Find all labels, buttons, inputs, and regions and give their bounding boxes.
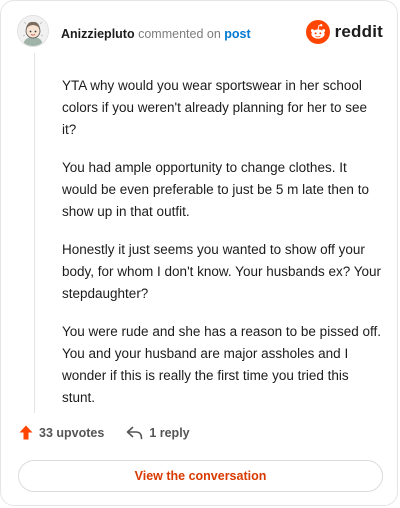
comment-actions: 33 upvotes 1 reply — [19, 425, 212, 440]
avatar-illustration-icon — [18, 16, 48, 46]
upvote-arrow-icon — [19, 425, 33, 440]
view-conversation-button[interactable]: View the conversation — [18, 460, 383, 492]
comment-paragraph: You had ample opportunity to change clot… — [62, 160, 369, 219]
reply-button[interactable]: 1 reply — [126, 425, 190, 440]
comment-body: YTA why would you wear sportswear in her… — [62, 75, 382, 425]
comment-paragraph: You were rude and she has a reason to be… — [62, 324, 381, 405]
thread-line — [34, 53, 35, 413]
comment-header: Anizziepluto commented on post — [61, 26, 251, 42]
comment-paragraph: Honestly it just seems you wanted to sho… — [62, 242, 382, 301]
action-text: commented on — [138, 27, 221, 41]
reply-count: 1 reply — [149, 425, 190, 440]
avatar[interactable] — [17, 15, 49, 47]
upvote-count: 33 upvotes — [39, 425, 105, 440]
post-link[interactable]: post — [224, 27, 250, 41]
username[interactable]: Anizziepluto — [61, 27, 135, 41]
comment-paragraph: YTA why would you wear sportswear in her… — [62, 78, 367, 137]
comment-card: Anizziepluto commented on post reddit YT… — [0, 0, 398, 506]
upvote-button[interactable]: 33 upvotes — [19, 425, 104, 440]
reddit-logo[interactable]: reddit — [305, 20, 383, 44]
reddit-wordmark: reddit — [334, 22, 383, 41]
reddit-snoo-icon — [305, 20, 330, 44]
reply-arrow-icon — [127, 426, 143, 439]
